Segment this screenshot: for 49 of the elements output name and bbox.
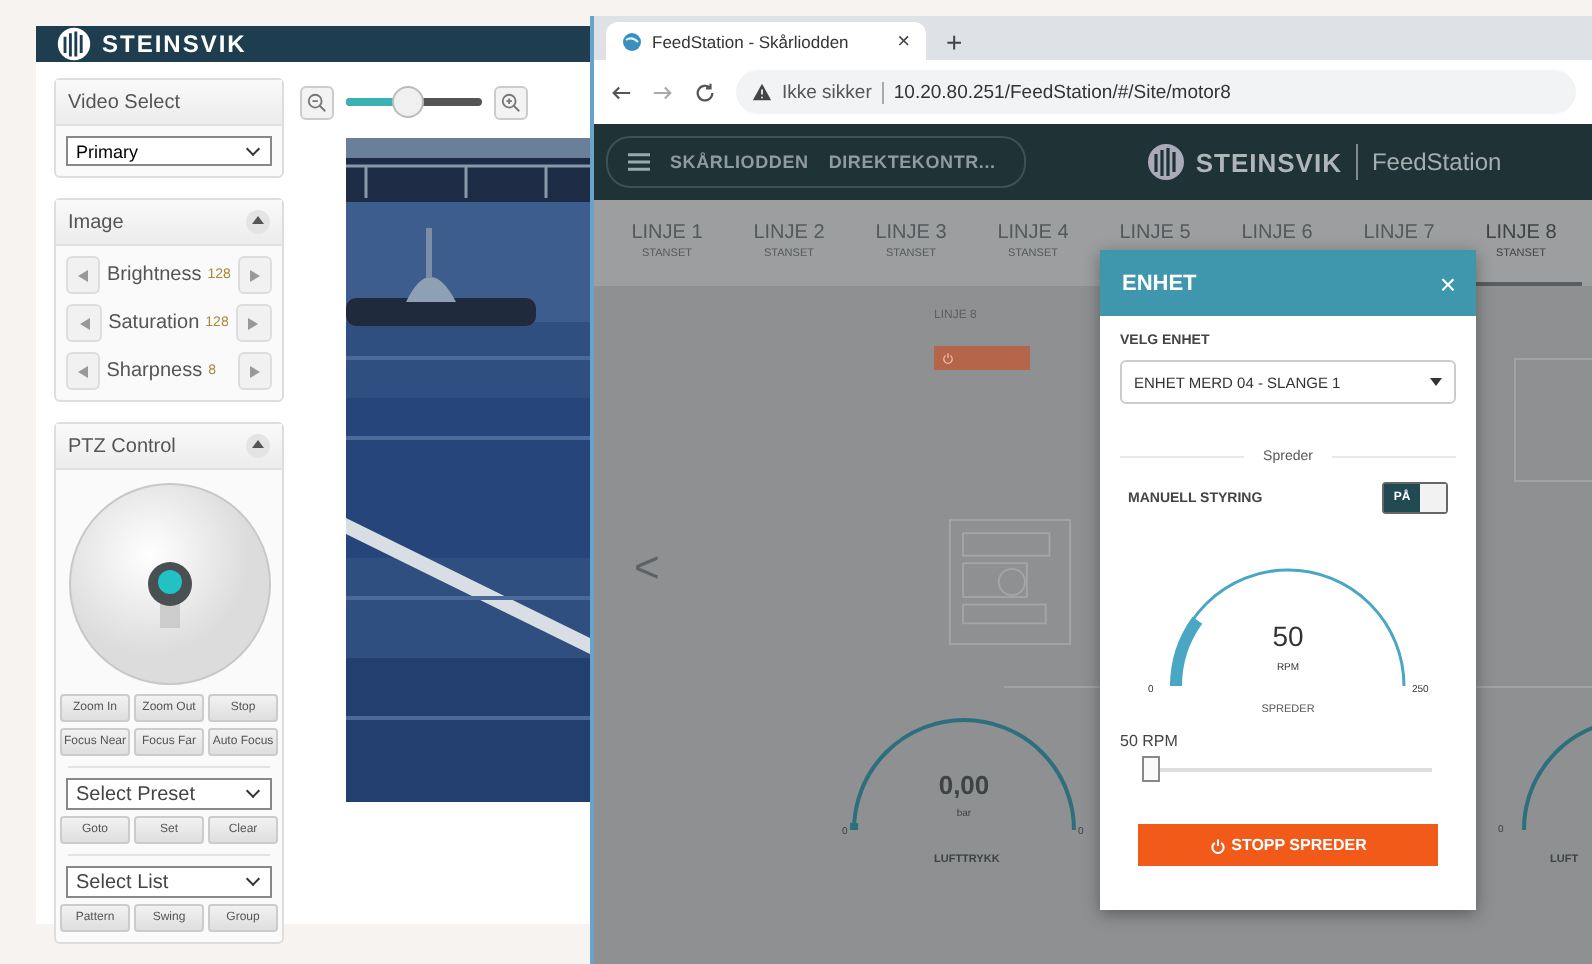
- collapse-icon[interactable]: [246, 434, 270, 458]
- adjustment-label: Sharpness: [106, 360, 203, 382]
- panel-title: PTZ Control: [68, 435, 176, 457]
- power-icon: [1209, 837, 1226, 853]
- gauge-value: 50: [1272, 620, 1304, 652]
- adjustment-label: Saturation: [108, 312, 200, 334]
- gauge-value: 0,00: [938, 770, 990, 800]
- menu-icon[interactable]: [628, 152, 650, 172]
- rpm-slider[interactable]: [1144, 756, 1432, 782]
- new-tab-button[interactable]: +: [946, 24, 963, 60]
- forward-icon[interactable]: [652, 81, 674, 103]
- close-button[interactable]: ×: [1439, 267, 1456, 299]
- product-name: FeedStation: [1371, 148, 1502, 176]
- slider-value: 50 RPM: [1120, 732, 1180, 750]
- increase-button[interactable]: [235, 304, 272, 342]
- collapse-icon[interactable]: [246, 210, 270, 234]
- decrease-button[interactable]: [66, 256, 101, 294]
- brand-name: STEINSVIK: [102, 30, 247, 58]
- decrease-button[interactable]: [66, 304, 103, 342]
- browser-tab[interactable]: FeedStation - Skårliodden ×: [606, 22, 926, 60]
- back-icon[interactable]: [610, 81, 632, 103]
- warning-icon: [752, 82, 772, 102]
- logo-icon: [1145, 142, 1186, 182]
- video-select[interactable]: Primary: [66, 136, 272, 166]
- breadcrumb-link[interactable]: DIREKTEKONTR...: [828, 152, 996, 172]
- dialog-title: ENHET: [1122, 271, 1197, 295]
- adjustment-label: Brightness: [106, 264, 202, 286]
- power-icon: [942, 352, 954, 364]
- stop-spreader-button[interactable]: STOPP SPREDER: [1138, 824, 1438, 866]
- address-bar[interactable]: Ikke sikker 10.20.80.251/FeedStation/#/Site/motor8: [736, 70, 1576, 114]
- globe-icon: [622, 31, 642, 51]
- preset-select[interactable]: Select Preset: [66, 778, 272, 810]
- increase-button[interactable]: [237, 256, 273, 294]
- list-select[interactable]: Select List: [66, 866, 272, 898]
- tab-title: FeedStation - Skårliodden: [652, 31, 851, 51]
- security-label: Ikke sikker: [782, 81, 872, 103]
- reload-icon[interactable]: [694, 81, 716, 103]
- close-tab-button[interactable]: ×: [897, 29, 910, 53]
- panel-title: Image: [68, 211, 124, 233]
- increase-button[interactable]: [237, 352, 273, 390]
- joystick[interactable]: [65, 480, 273, 688]
- decrease-button[interactable]: [66, 352, 101, 390]
- url-text: 10.20.80.251/FeedStation/#/Site/motor8: [893, 81, 1231, 103]
- zoom-slider[interactable]: [346, 86, 482, 118]
- panel-title: Video Select: [68, 91, 180, 113]
- breadcrumb-link[interactable]: SKÅRLIODDEN: [670, 152, 809, 172]
- zoom-out-icon[interactable]: [300, 85, 334, 119]
- zoom-in-icon[interactable]: [494, 85, 528, 119]
- brand-name: STEINSVIK: [1195, 147, 1342, 177]
